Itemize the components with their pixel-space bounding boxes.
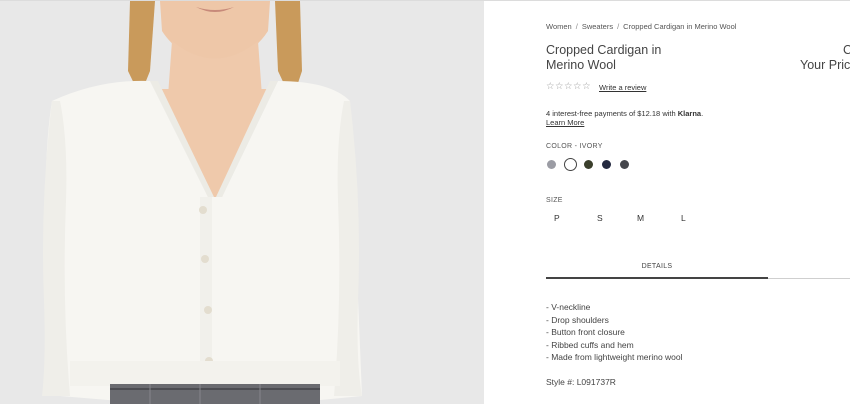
breadcrumb: Women / Sweaters / Cropped Cardigan in Merin… <box>546 22 736 31</box>
swatch-navy[interactable] <box>602 160 611 169</box>
size-option-l[interactable]: L <box>681 213 686 223</box>
your-price-label: Your Pric <box>800 58 850 72</box>
breadcrumb-separator: / <box>617 22 620 31</box>
details-list: - V-neckline - Drop shoulders - Button f… <box>546 301 683 364</box>
klarna-suffix: . <box>701 109 704 118</box>
size-option-m[interactable]: M <box>637 213 644 223</box>
learn-more-link[interactable]: Learn More <box>546 118 584 127</box>
write-review-link[interactable]: Write a review <box>599 83 646 92</box>
rating-stars-icon[interactable]: ☆☆☆☆☆ <box>546 81 591 92</box>
tab-divider <box>768 278 850 279</box>
product-title: Cropped Cardigan in Merino Wool <box>546 43 662 72</box>
price-line: C <box>843 43 850 57</box>
product-photo <box>0 1 484 404</box>
breadcrumb-women[interactable]: Women <box>546 22 572 31</box>
product-image[interactable] <box>0 1 484 404</box>
swatch-ivory[interactable] <box>564 158 577 171</box>
breadcrumb-separator: / <box>575 22 578 31</box>
swatch-charcoal[interactable] <box>620 160 629 169</box>
list-item: - V-neckline <box>546 302 591 312</box>
size-option-p[interactable]: P <box>554 213 560 223</box>
size-label: SIZE <box>546 197 563 204</box>
klarna-prefix: 4 interest-free payments of $12.18 with <box>546 109 678 118</box>
tab-details-underline <box>546 277 768 279</box>
tab-details[interactable]: DETAILS <box>546 263 768 277</box>
style-number: Style #: L091737R <box>546 377 616 387</box>
swatch-olive[interactable] <box>584 160 593 169</box>
color-label: COLOR - IVORY <box>546 143 603 150</box>
list-item: - Ribbed cuffs and hem <box>546 339 634 350</box>
size-option-s[interactable]: S <box>597 213 603 223</box>
list-item: - Button front closure <box>546 327 625 338</box>
klarna-installments: 4 interest-free payments of $12.18 with … <box>546 109 703 118</box>
klarna-brand: Klarna <box>677 109 702 118</box>
product-info-panel: Women / Sweaters / Cropped Cardigan in Merin… <box>484 1 850 404</box>
list-item: - Made from lightweight merino wool <box>546 352 683 363</box>
swatch-gray[interactable] <box>547 160 556 169</box>
breadcrumb-current[interactable]: Cropped Cardigan in Merino Wool <box>623 22 736 31</box>
breadcrumb-sweaters[interactable]: Sweaters <box>582 22 613 31</box>
list-item: - Drop shoulders <box>546 314 609 325</box>
